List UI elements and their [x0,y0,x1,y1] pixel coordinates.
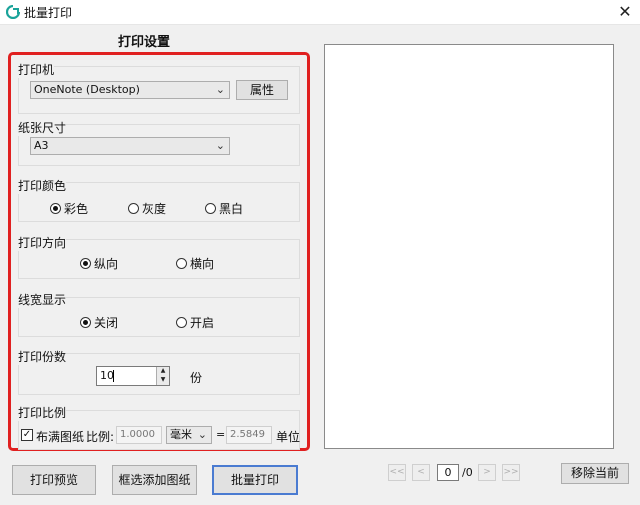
orientation-option-landscape-label: 横向 [190,257,215,271]
chevron-down-icon: ⌄ [215,83,225,96]
orientation-option-portrait[interactable]: 纵向 [80,255,118,272]
window-title: 批量打印 [24,6,73,20]
equals-sign: = [216,428,226,441]
line-width-label: 线宽显示 [18,291,67,308]
line-width-option-on[interactable]: 开启 [176,314,214,331]
radio-selected-icon [80,317,91,328]
radio-unselected-icon [176,317,187,328]
orientation-option-landscape[interactable]: 横向 [176,255,214,272]
chevron-down-icon: ⌄ [215,139,225,152]
print-preview-button[interactable]: 打印预览 [12,465,96,495]
spin-arrows[interactable]: ▲ ▼ [156,367,169,385]
radio-selected-icon [80,258,91,269]
print-preview-area[interactable] [324,44,614,449]
line-width-option-on-label: 开启 [190,316,215,330]
ratio-input[interactable]: 1.0000 [116,426,162,444]
copies-value: 10 [100,369,114,382]
next-page-button[interactable]: > [478,464,496,481]
last-page-button[interactable]: >> [502,464,520,481]
color-option-grayscale-label: 灰度 [142,202,167,216]
chevron-down-icon: ⌄ [197,428,207,441]
copies-label: 打印份数 [18,348,67,365]
line-width-option-off-label: 关闭 [94,316,119,330]
settings-title: 打印设置 [118,35,171,50]
printer-app-icon [6,5,20,19]
close-button[interactable]: ✕ [614,1,636,23]
paper-size-selected-value: A3 [34,139,49,152]
printer-properties-button[interactable]: 属性 [236,80,288,100]
orientation-label: 打印方向 [18,234,67,251]
spin-up-icon[interactable]: ▲ [157,367,169,376]
color-option-grayscale[interactable]: 灰度 [128,200,166,217]
radio-unselected-icon [128,203,139,214]
unit-select[interactable]: 毫米 ⌄ [166,426,212,444]
add-drawings-button[interactable]: 框选添加图纸 [112,465,197,495]
fit-paper-label: 布满图纸 [36,430,85,444]
copies-spinbox[interactable]: 10 ▲ ▼ [96,366,170,386]
prev-page-button[interactable]: < [412,464,430,481]
unit-label: 单位 [276,430,301,444]
color-option-black-white[interactable]: 黑白 [205,200,243,217]
orientation-option-portrait-label: 纵向 [94,257,119,271]
printer-select[interactable]: OneNote (Desktop) ⌄ [30,81,230,99]
radio-unselected-icon [176,258,187,269]
color-option-color-label: 彩色 [64,202,89,216]
radio-selected-icon [50,203,61,214]
unit-value-input[interactable]: 2.5849 [226,426,272,444]
page-total: /0 [462,466,473,479]
scale-label: 打印比例 [18,404,67,421]
unit-selected-value: 毫米 [170,428,192,441]
batch-print-button[interactable]: 批量打印 [212,465,298,495]
printer-selected-value: OneNote (Desktop) [34,83,140,96]
ratio-label: 比例: [86,430,115,444]
radio-unselected-icon [205,203,216,214]
first-page-button[interactable]: << [388,464,406,481]
copies-unit: 份 [190,371,203,385]
printer-label: 打印机 [18,61,55,78]
print-color-label: 打印颜色 [18,177,67,194]
color-option-black-white-label: 黑白 [219,202,244,216]
color-option-color[interactable]: 彩色 [50,200,88,217]
text-cursor [113,370,114,382]
line-width-option-off[interactable]: 关闭 [80,314,118,331]
fit-paper-checkbox[interactable]: ✓ [21,429,33,441]
paper-size-select[interactable]: A3 ⌄ [30,137,230,155]
paper-size-label: 纸张尺寸 [18,119,67,136]
title-bar [0,0,640,25]
page-number-input[interactable]: 0 [437,464,459,481]
spin-down-icon[interactable]: ▼ [157,376,169,385]
remove-current-button[interactable]: 移除当前 [561,463,629,484]
